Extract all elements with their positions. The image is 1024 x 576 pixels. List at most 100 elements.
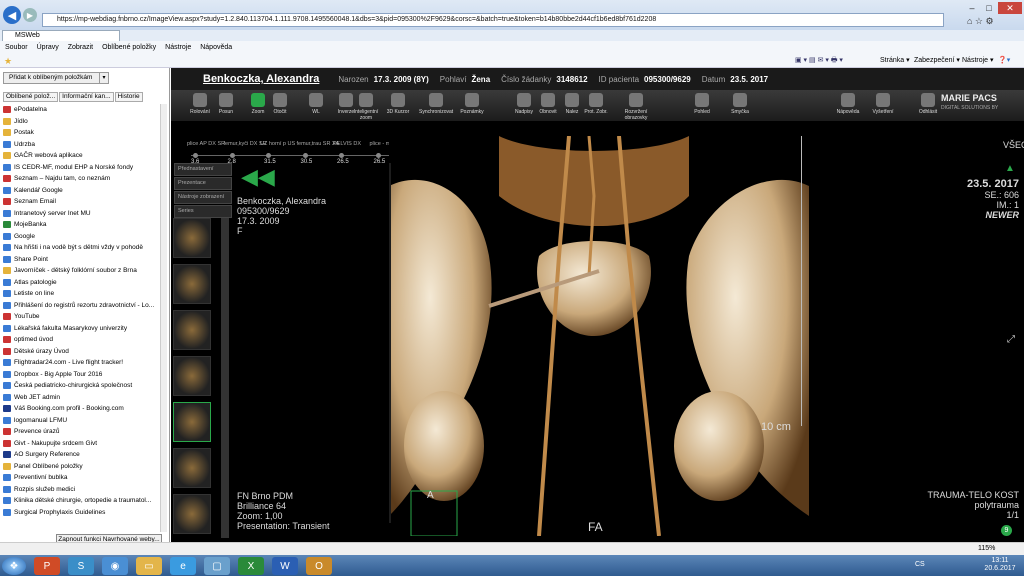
forward-icon[interactable]: ▶ [23,8,37,22]
tool-button[interactable]: Nápověda [831,90,865,115]
tool-button[interactable]: Poznámky [455,90,489,115]
skype-icon[interactable]: S [68,557,94,575]
tab-history[interactable]: Historie [114,92,143,102]
ie-icon[interactable]: e [170,557,196,575]
cmd-icons[interactable]: ▣ ▾ ▤ ✉ ▾ 🖶 ▾ [795,56,843,66]
favorite-item[interactable]: Jídlo [3,116,159,128]
timeline-point[interactable] [375,153,381,158]
tool-button[interactable]: 3D Kurzor [381,90,415,115]
favorite-item[interactable]: Flightradar24.com - Live flight tracker! [3,357,159,369]
favorite-item[interactable]: Google [3,231,159,243]
favorite-item[interactable]: Preventivní bublka [3,472,159,484]
favorite-item[interactable]: Givt - Nakupujte srdcem Givt [3,438,159,450]
tab-feeds[interactable]: Informační kan... [59,92,114,102]
favorites-star-icon[interactable]: ★ [4,56,12,66]
favorite-item[interactable]: Postak [3,127,159,139]
timeline-study-label[interactable]: PELVIS DX [333,141,361,147]
tab-series[interactable]: Series [174,205,232,218]
favorite-item[interactable]: Share Point [3,254,159,266]
favorite-item[interactable]: Rozpis služeb medici [3,484,159,496]
timeline-study-label[interactable]: UZ horní p US [260,141,295,147]
timeline-study-label[interactable]: plice AP DX SR [187,141,225,147]
window-icon[interactable]: ▢ [204,557,230,575]
back-icon[interactable]: ◀ [3,6,21,24]
browser-tab[interactable]: MSWeb [2,30,120,41]
tool-button[interactable]: Otočit [263,90,297,115]
favorite-item[interactable]: Dětské úrazy Úvod [3,346,159,358]
favorite-item[interactable]: Prevence úrazů [3,426,159,438]
start-icon[interactable]: ❖ [2,557,26,575]
resize-icon[interactable]: ⤢ [1007,334,1015,345]
favorites-scrollbar[interactable] [160,104,167,532]
favorite-item[interactable]: IS CEDR-MF, modul EHP a Norské fondy [3,162,159,174]
favorite-item[interactable]: ePodatelna [3,104,159,116]
favorite-item[interactable]: Přihlášení do registrů rezortu zdravotni… [3,300,159,312]
timeline-point[interactable] [339,153,344,158]
tool-button[interactable]: Odhlásit [911,90,945,115]
tool-button[interactable]: Smyčka [723,90,757,115]
tool-button[interactable]: WL [299,90,333,115]
favorite-item[interactable]: Klinika dětské chirurgie, ortopedie a tr… [3,495,159,507]
tab-view-tools[interactable]: Nástroje zobrazení [174,191,232,204]
add-favorite-button[interactable]: Přidat k oblíbeným položkám [3,72,109,84]
favorite-item[interactable]: Seznam – Najdu tam, co neznám [3,173,159,185]
thumbnail-scrollbar[interactable] [221,218,229,538]
favorite-item[interactable]: AO Surgery Reference [3,449,159,461]
maximize-icon[interactable]: □ [982,2,996,14]
clock[interactable]: 13:11 20.6.2017 [980,557,1020,573]
favorite-item[interactable]: Česká pediatricko-chirurgická společnost [3,380,159,392]
up-arrow-icon[interactable]: ▲ [1005,163,1015,174]
outlook-icon[interactable]: O [306,557,332,575]
cmd-security[interactable]: Zabezpečení ▾ [914,56,960,66]
cmd-tools[interactable]: Nástroje ▾ [962,56,994,66]
favorite-item[interactable]: Váš Booking.com profil - Booking.com [3,403,159,415]
favorite-item[interactable]: Atlas patologie [3,277,159,289]
tab-favorites[interactable]: Oblíbené polož... [3,92,59,102]
favorite-item[interactable]: optimed úvod [3,334,159,346]
menu-view[interactable]: Zobrazit [68,44,93,51]
language-indicator[interactable]: CS [915,561,925,568]
minimize-icon[interactable]: – [965,2,979,14]
menu-file[interactable]: Soubor [5,44,28,51]
tool-button[interactable]: Rozvržení obrazovky [619,90,653,121]
favorite-item[interactable]: YouTube [3,311,159,323]
timeline-point[interactable] [266,153,271,158]
zoom-level[interactable]: 115% [978,545,995,552]
timeline-point[interactable] [193,153,198,158]
tab-presentation[interactable]: Prezentace [174,177,232,190]
favorite-item[interactable]: Intranetový server Inet MU [3,208,159,220]
favorite-item[interactable]: Lékařská fakulta Masarykovy univerzity [3,323,159,335]
favorite-item[interactable]: Web JET admin [3,392,159,404]
powerpoint-icon[interactable]: P [34,557,60,575]
favorite-item[interactable]: Seznam Email [3,196,159,208]
word-icon[interactable]: W [272,557,298,575]
tool-button[interactable]: Synchronizovat [419,90,453,115]
patient-name[interactable]: Benkoczka, Alexandra [203,73,319,85]
tool-button[interactable]: Inteligentní zoom [349,90,383,121]
tab-presets[interactable]: Přednastavení [174,163,232,176]
favorite-item[interactable]: Panel Oblíbené položky [3,461,159,473]
excel-icon[interactable]: X [238,557,264,575]
favorite-item[interactable]: Letiste on line [3,288,159,300]
favorite-item[interactable]: Dropbox - Big Apple Tour 2016 [3,369,159,381]
favorite-item[interactable]: Surgical Prophylaxis Guidelines [3,507,159,519]
collapse-arrow-icon[interactable]: ◀◀ [241,166,275,188]
chevron-down-icon[interactable]: ▾ [99,72,109,84]
menu-tools[interactable]: Nástroje [165,44,191,51]
favorite-item[interactable]: logomanual LFMU [3,415,159,427]
menu-help[interactable]: Nápověda [200,44,232,51]
home-star-gear-icons[interactable]: ⌂ ☆ ⚙ [967,16,994,27]
menu-edit[interactable]: Úpravy [37,44,59,51]
timeline-point[interactable] [302,153,308,158]
favorite-item[interactable]: Na hřišti i na vodě být s dětmi vždy v p… [3,242,159,254]
favorite-item[interactable]: MojeBanka [3,219,159,231]
tool-button[interactable]: Posun [209,90,243,115]
thumbnail[interactable] [173,402,211,442]
thumbnail[interactable] [173,448,211,488]
timeline-point[interactable] [229,153,235,158]
menu-favorites[interactable]: Oblíbené položky [102,44,156,51]
url-field[interactable]: https://mp-webdiag.fnbrno.cz/ImageView.a… [42,13,944,27]
favorite-item[interactable]: Javorníček - dětský folklórní soubor z B… [3,265,159,277]
favorite-item[interactable]: Kalendář Google [3,185,159,197]
tool-button[interactable]: Vyšetření [866,90,900,115]
